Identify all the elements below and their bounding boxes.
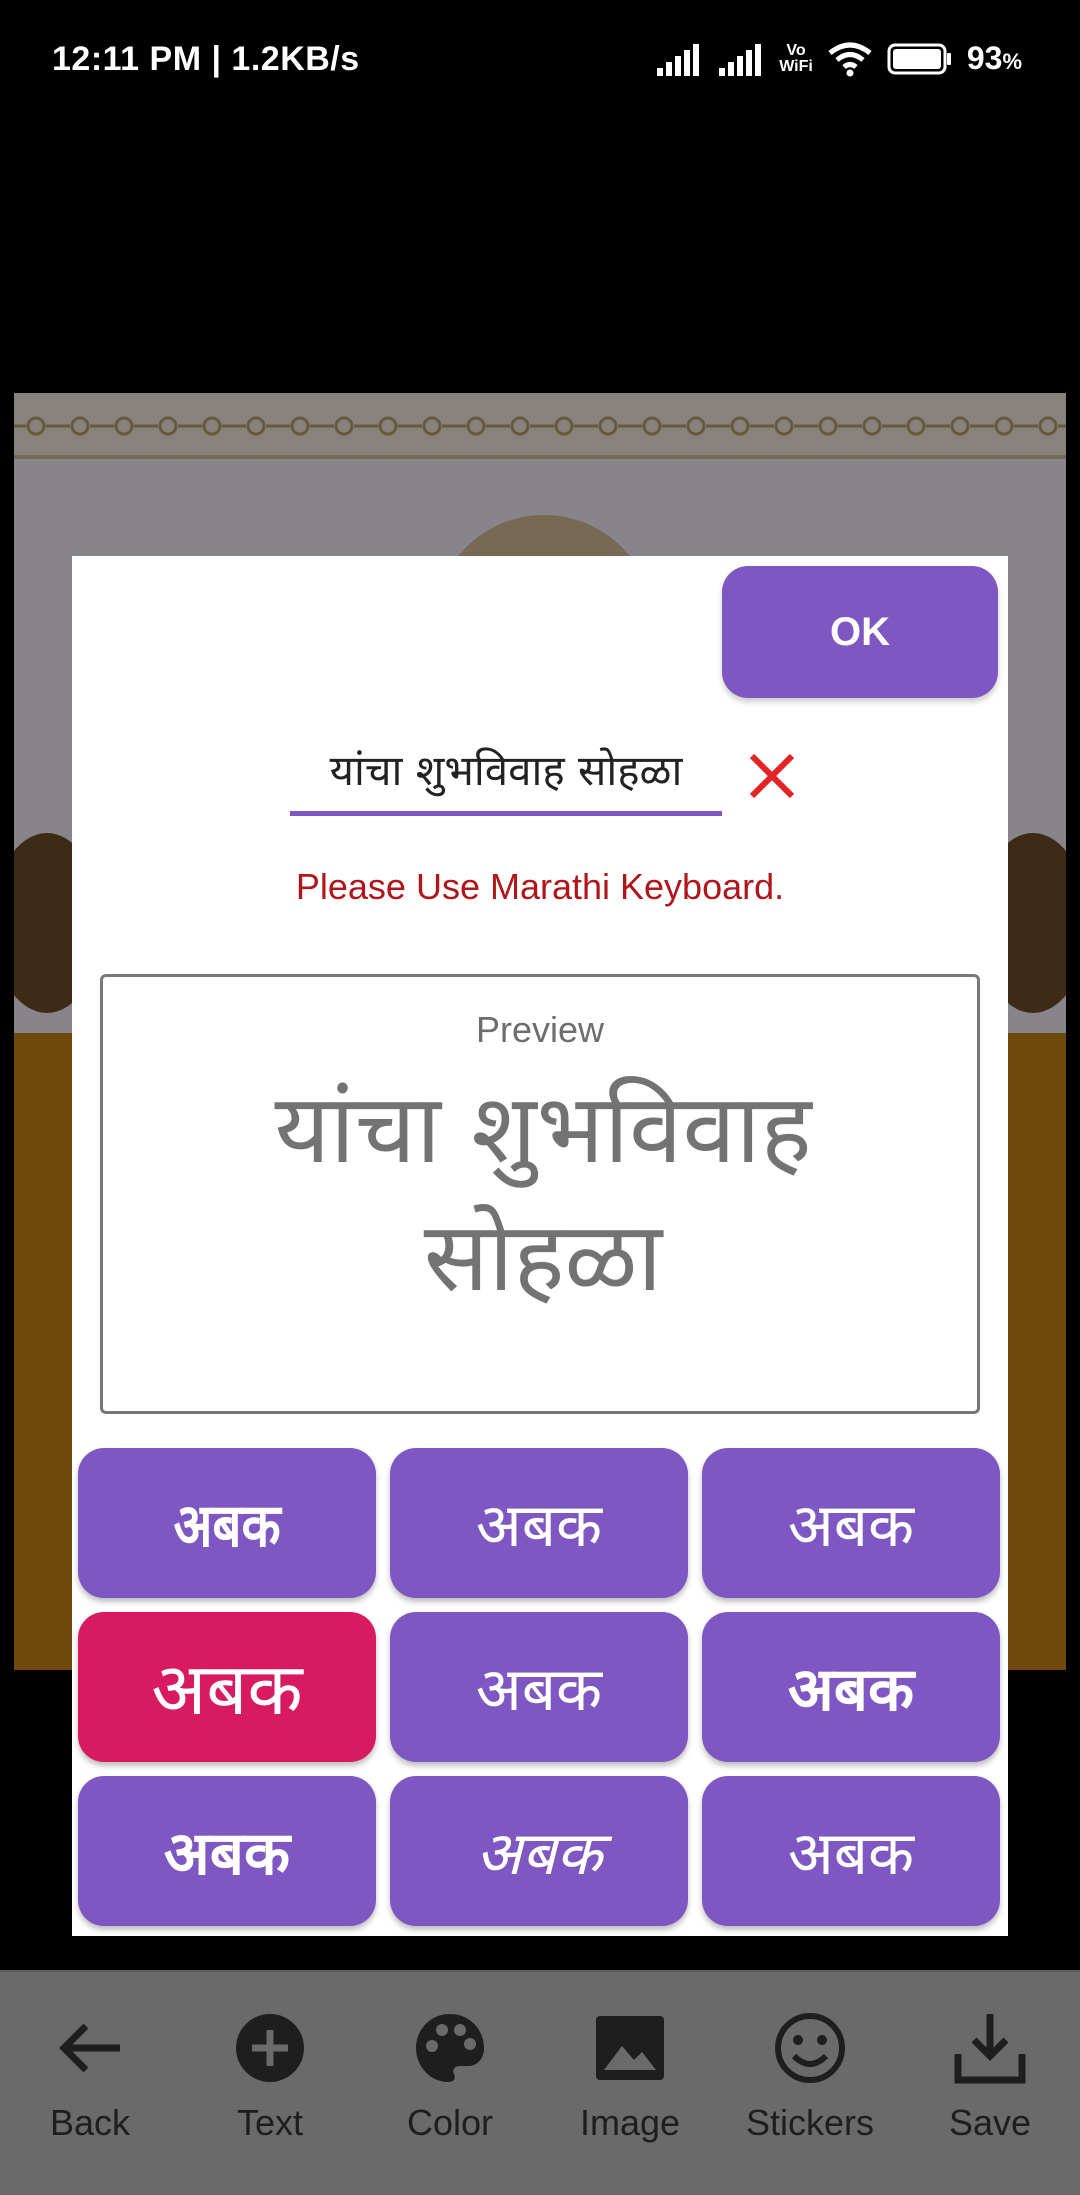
font-tile-9[interactable]: अबक xyxy=(702,1776,1000,1926)
bottom-toolbar: Back Text Color Image Stickers Save xyxy=(0,1970,1080,2195)
battery-icon xyxy=(887,43,951,74)
clear-icon[interactable] xyxy=(744,748,800,804)
toolbar-save-button[interactable]: Save xyxy=(900,2008,1080,2144)
add-circle-icon xyxy=(236,2014,304,2082)
vowifi-indicator: Vo WiFi xyxy=(779,41,813,75)
status-icons: Vo WiFi 93% xyxy=(655,40,1022,77)
status-time: 12:11 PM | 1.2KB/s xyxy=(52,40,360,78)
wifi-icon xyxy=(828,42,872,76)
font-tile-5[interactable]: अबक xyxy=(390,1612,688,1762)
signal-icon-2 xyxy=(719,43,762,76)
download-icon xyxy=(954,2014,1026,2084)
font-style-grid: अबक अबक अबक अबक अबक अबक अबक अबक अबक xyxy=(78,1448,1002,1926)
toolbar-stickers-button[interactable]: Stickers xyxy=(720,2008,900,2144)
status-bar: 12:11 PM | 1.2KB/s Vo WiFi 93% xyxy=(0,0,1080,125)
preview-box: Preview यांचा शुभविवाह सोहळा xyxy=(100,974,980,1414)
text-edit-dialog: OK Please Use Marathi Keyboard. Preview … xyxy=(72,556,1008,1936)
palette-icon xyxy=(416,2014,484,2082)
back-arrow-icon xyxy=(59,2023,120,2073)
toolbar-back-button[interactable]: Back xyxy=(0,2008,180,2144)
font-tile-6[interactable]: अबक xyxy=(702,1612,1000,1762)
font-tile-2[interactable]: अबक xyxy=(390,1448,688,1598)
text-input[interactable] xyxy=(290,728,722,816)
font-tile-8[interactable]: अबक xyxy=(390,1776,688,1926)
signal-icon xyxy=(657,43,700,76)
keyboard-warning: Please Use Marathi Keyboard. xyxy=(295,866,785,907)
font-tile-1[interactable]: अबक xyxy=(78,1448,376,1598)
smiley-icon xyxy=(775,2013,845,2083)
toolbar-color-button[interactable]: Color xyxy=(360,2008,540,2144)
font-tile-7[interactable]: अबक xyxy=(78,1776,376,1926)
font-tile-4-selected[interactable]: अबक xyxy=(78,1612,376,1762)
battery-level: 93% xyxy=(966,40,1022,76)
toolbar-text-button[interactable]: Text xyxy=(180,2008,360,2144)
preview-label: Preview xyxy=(475,1009,605,1050)
preview-text: यांचा शुभविवाह सोहळा xyxy=(274,1073,812,1313)
image-icon xyxy=(596,2016,664,2080)
font-tile-3[interactable]: अबक xyxy=(702,1448,1000,1598)
toolbar-image-button[interactable]: Image xyxy=(540,2008,720,2144)
ok-button[interactable]: OK xyxy=(722,566,998,698)
